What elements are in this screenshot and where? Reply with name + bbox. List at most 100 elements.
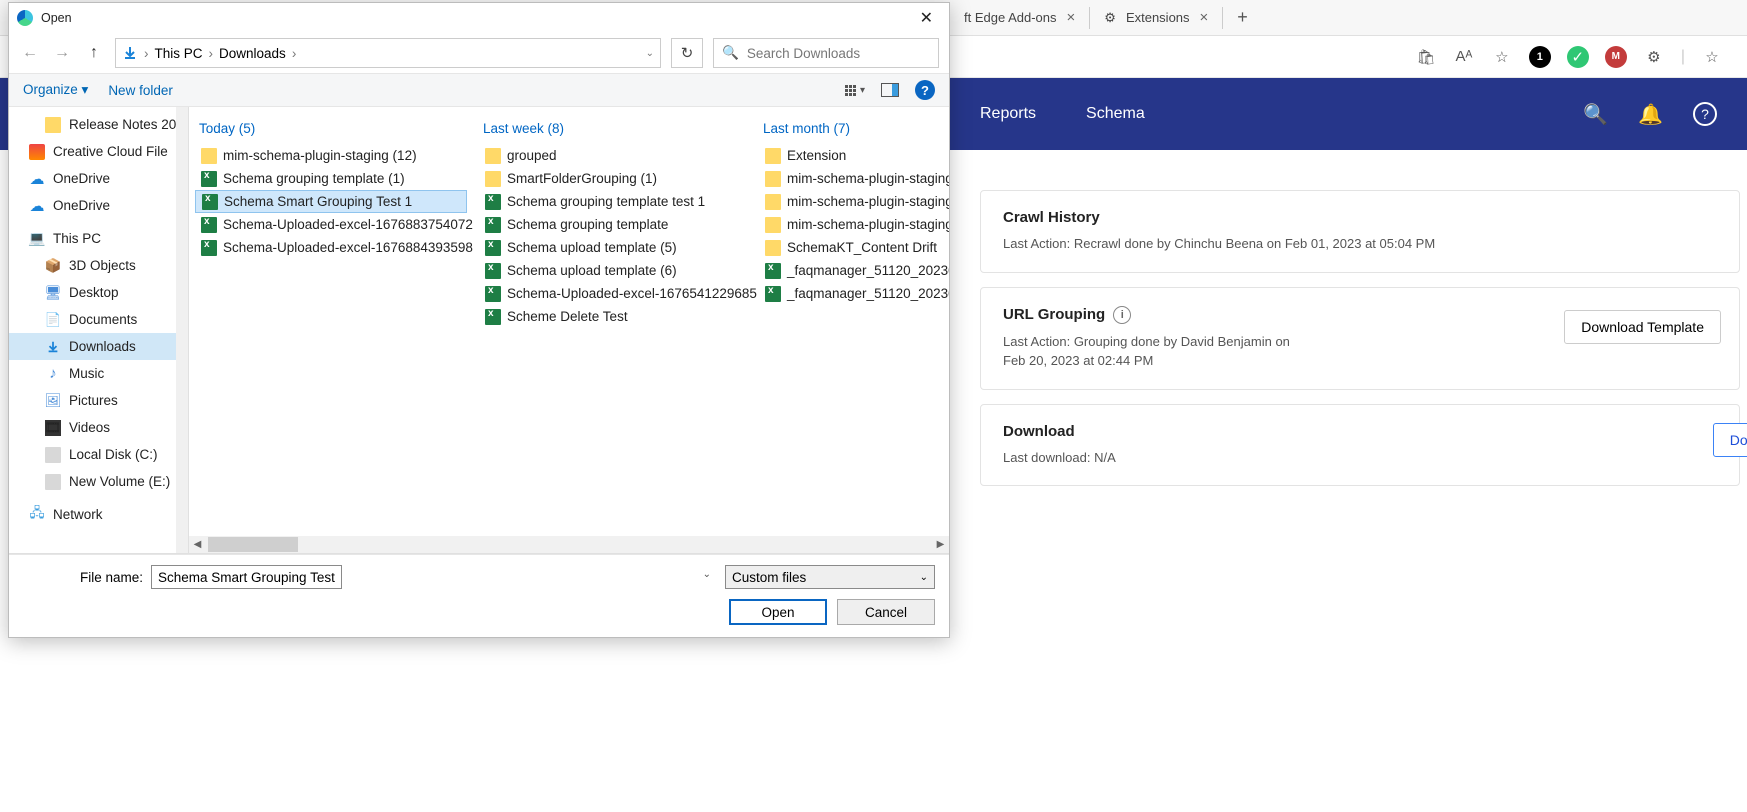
chevron-down-icon[interactable]: ⌄ [177, 534, 186, 547]
card-title: Crawl History [1003, 209, 1717, 226]
view-mode-button[interactable]: ▾ [845, 85, 865, 96]
cancel-button[interactable]: Cancel [837, 599, 935, 625]
browser-tab[interactable]: ft Edge Add-ons × [950, 2, 1089, 34]
file-item[interactable]: Schema grouping template (1) [195, 167, 467, 190]
shopping-icon[interactable]: 🛍 [1415, 46, 1437, 68]
scroll-left-icon[interactable]: ◀ [189, 539, 206, 550]
tree-new-volume[interactable]: New Volume (E:) [9, 468, 188, 495]
organize-menu[interactable]: Organize ▾ [23, 82, 88, 98]
collections-icon[interactable]: ☆ [1701, 46, 1723, 68]
info-icon[interactable]: i [1113, 306, 1131, 324]
up-button[interactable]: ↑ [83, 44, 105, 62]
back-button[interactable]: ← [19, 44, 41, 62]
close-icon[interactable]: ✕ [912, 4, 941, 32]
file-item[interactable]: SmartFolderGrouping (1) [479, 167, 747, 190]
search-icon[interactable]: 🔍 [1583, 102, 1608, 127]
file-item[interactable]: Schema grouping template [479, 213, 747, 236]
file-name: mim-schema-plugin-staging [787, 194, 949, 209]
extension-icon: ⚙ [1104, 10, 1116, 26]
bell-icon[interactable]: 🔔 [1638, 102, 1663, 127]
breadcrumb[interactable]: › This PC › Downloads › ⌄ [115, 38, 661, 68]
folder-tree: Release Notes 20 Creative Cloud File ☁On… [9, 107, 189, 553]
tree-desktop[interactable]: 🖥Desktop [9, 279, 188, 306]
m-extension-icon[interactable]: M [1605, 46, 1627, 68]
file-item[interactable]: grouped [479, 144, 747, 167]
tree-onedrive[interactable]: ☁OneDrive [9, 192, 188, 219]
tree-music[interactable]: ♪Music [9, 360, 188, 387]
file-item[interactable]: mim-schema-plugin-staging (12) [195, 144, 467, 167]
help-icon[interactable]: ? [1693, 102, 1717, 126]
chevron-down-icon[interactable]: ⌄ [703, 569, 711, 580]
file-name: SchemaKT_Content Drift [787, 240, 937, 255]
tree-pictures[interactable]: 🖼Pictures [9, 387, 188, 414]
scroll-right-icon[interactable]: ▶ [932, 539, 949, 550]
scrollbar-thumb[interactable] [208, 537, 298, 552]
file-type-select[interactable]: Custom files ⌄ [725, 565, 935, 589]
file-item[interactable]: Schema grouping template test 1 [479, 190, 747, 213]
file-item[interactable]: Schema-Uploaded-excel-1676883754072 [195, 213, 467, 236]
pictures-icon: 🖼 [45, 393, 61, 409]
file-item[interactable]: Schema upload template (6) [479, 259, 747, 282]
tree-onedrive[interactable]: ☁OneDrive [9, 165, 188, 192]
open-button[interactable]: Open [729, 599, 827, 625]
tree-documents[interactable]: 📄Documents [9, 306, 188, 333]
download-template-button[interactable]: Download Template [1564, 310, 1721, 344]
reader-icon[interactable]: Aᴬ [1453, 46, 1475, 68]
tree-videos[interactable]: 🎞Videos [9, 414, 188, 441]
card-title: Download [1003, 423, 1717, 440]
badge-icon[interactable]: 1 [1529, 46, 1551, 68]
url-grouping-card: URL Grouping i Last Action: Grouping don… [980, 287, 1740, 390]
nav-reports[interactable]: Reports [980, 105, 1036, 123]
tree-local-disk[interactable]: Local Disk (C:) [9, 441, 188, 468]
file-name: mim-schema-plugin-staging (12) [223, 148, 417, 163]
excel-icon [485, 286, 501, 302]
help-icon[interactable]: ? [915, 80, 935, 100]
file-name: _faqmanager_51120_202301 [787, 263, 949, 278]
puzzle-icon[interactable]: ⚙ [1643, 46, 1665, 68]
search-input[interactable]: 🔍 Search Downloads [713, 38, 939, 68]
crumb-downloads[interactable]: Downloads [219, 46, 286, 61]
cc-icon [29, 144, 45, 160]
file-item[interactable]: SchemaKT_Content Drift [759, 236, 947, 259]
file-item[interactable]: Schema-Uploaded-excel-1676884393598 [195, 236, 467, 259]
browser-tab[interactable]: ⚙ Extensions × [1090, 2, 1222, 34]
tree-creative-cloud[interactable]: Creative Cloud File [9, 138, 188, 165]
favorite-icon[interactable]: ☆ [1491, 46, 1513, 68]
file-item[interactable]: mim-schema-plugin-staging [759, 190, 947, 213]
forward-button[interactable]: → [51, 44, 73, 62]
documents-icon: 📄 [45, 312, 61, 328]
tree-this-pc[interactable]: 💻This PC [9, 225, 188, 252]
file-item[interactable]: _faqmanager_51120_202301 [759, 282, 947, 305]
preview-pane-button[interactable] [881, 83, 899, 97]
file-name: Schema grouping template (1) [223, 171, 405, 186]
filename-input[interactable] [151, 565, 342, 589]
file-item[interactable]: mim-schema-plugin-staging [759, 213, 947, 236]
folder-icon [45, 117, 61, 133]
grammarly-icon[interactable]: ✓ [1567, 46, 1589, 68]
file-name: SmartFolderGrouping (1) [507, 171, 657, 186]
desktop-icon: 🖥 [45, 285, 61, 301]
tree-downloads[interactable]: Downloads [9, 333, 188, 360]
file-item[interactable]: Extension [759, 144, 947, 167]
download-button[interactable]: Download [1713, 423, 1747, 457]
refresh-button[interactable]: ↻ [671, 38, 703, 68]
file-item[interactable]: _faqmanager_51120_202301 [759, 259, 947, 282]
chevron-down-icon[interactable]: ⌄ [646, 48, 654, 59]
file-item[interactable]: mim-schema-plugin-staging [759, 167, 947, 190]
file-item[interactable]: Schema Smart Grouping Test 1 [195, 190, 467, 213]
crumb-thispc[interactable]: This PC [155, 46, 203, 61]
downloads-icon [45, 339, 61, 355]
file-item[interactable]: Scheme Delete Test [479, 305, 747, 328]
tree-3d-objects[interactable]: 📦3D Objects [9, 252, 188, 279]
file-item[interactable]: Schema upload template (5) [479, 236, 747, 259]
file-item[interactable]: Schema-Uploaded-excel-1676541229685 [479, 282, 747, 305]
new-tab-button[interactable]: + [1223, 7, 1262, 28]
horizontal-scrollbar[interactable]: ◀ ▶ [189, 536, 949, 553]
tree-network[interactable]: 🖧Network [9, 501, 188, 528]
close-icon[interactable]: × [1067, 9, 1076, 26]
tree-release-notes[interactable]: Release Notes 20 [9, 111, 188, 138]
folder-icon [765, 171, 781, 187]
nav-schema[interactable]: Schema [1086, 105, 1145, 123]
new-folder-button[interactable]: New folder [108, 83, 173, 98]
close-icon[interactable]: × [1200, 9, 1209, 26]
